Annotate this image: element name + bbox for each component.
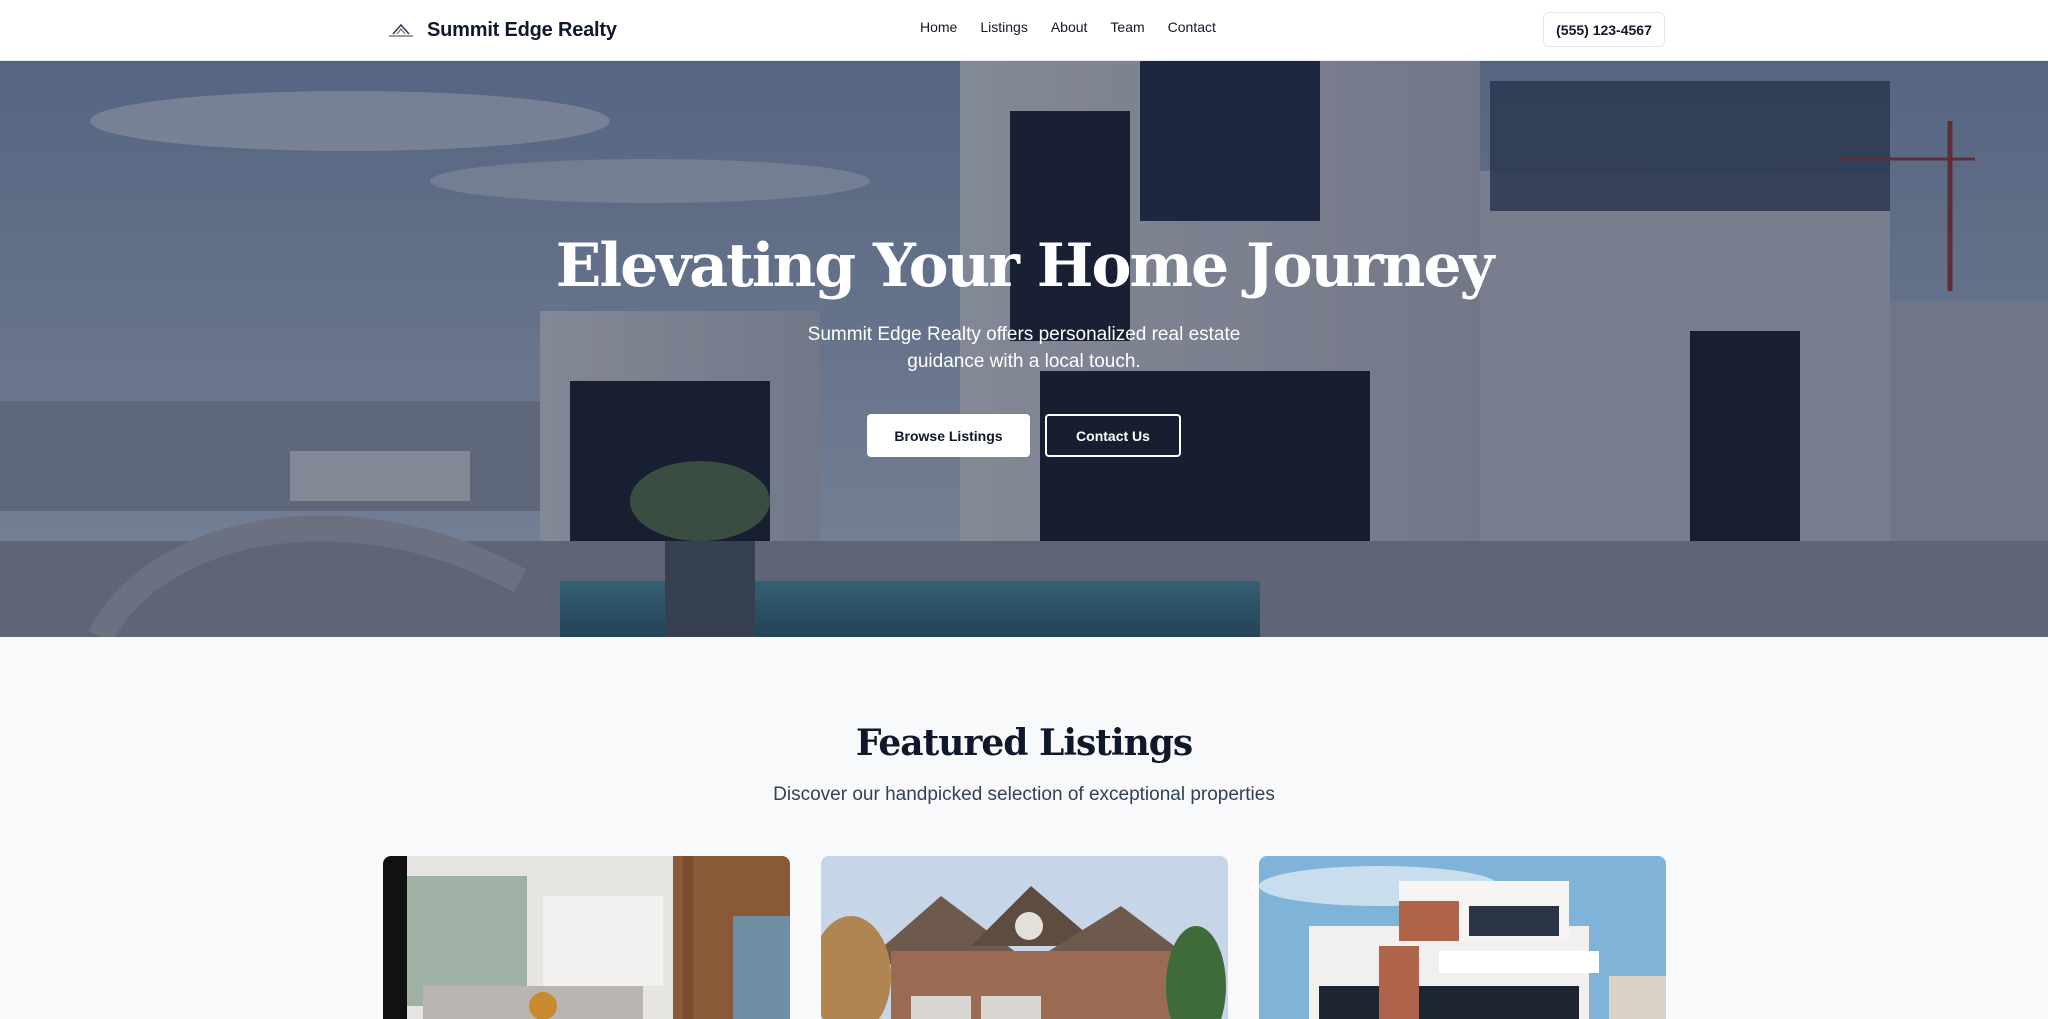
listing-image-brick-house xyxy=(821,856,1228,1019)
hero-content: Elevating Your Home Journey Summit Edge … xyxy=(0,61,2048,637)
contact-us-button[interactable]: Contact Us xyxy=(1045,414,1181,457)
listing-image-interior xyxy=(383,856,790,1019)
listing-card[interactable] xyxy=(383,856,790,1019)
site-header: Summit Edge Realty Home Listings About T… xyxy=(0,0,2048,61)
mountain-logo-icon xyxy=(387,20,415,40)
nav-about[interactable]: About xyxy=(1051,19,1088,35)
hero-section: Elevating Your Home Journey Summit Edge … xyxy=(0,61,2048,637)
phone-button[interactable]: (555) 123-4567 xyxy=(1543,12,1665,47)
brand-name: Summit Edge Realty xyxy=(427,18,617,41)
main-nav: Home Listings About Team Contact xyxy=(920,19,1216,35)
listing-card[interactable] xyxy=(821,856,1228,1019)
nav-team[interactable]: Team xyxy=(1110,19,1144,35)
brand[interactable]: Summit Edge Realty xyxy=(387,15,617,45)
featured-subtitle: Discover our handpicked selection of exc… xyxy=(773,784,1275,805)
hero-title: Elevating Your Home Journey xyxy=(555,231,1495,301)
hero-subtitle: Summit Edge Realty offers personalized r… xyxy=(807,324,1241,372)
nav-listings[interactable]: Listings xyxy=(980,19,1027,35)
listing-image-modern-villa xyxy=(1259,856,1666,1019)
browse-listings-button[interactable]: Browse Listings xyxy=(867,414,1030,457)
nav-contact[interactable]: Contact xyxy=(1168,19,1216,35)
listing-card[interactable] xyxy=(1259,856,1666,1019)
nav-home[interactable]: Home xyxy=(920,19,957,35)
featured-title: Featured Listings xyxy=(855,722,1193,764)
